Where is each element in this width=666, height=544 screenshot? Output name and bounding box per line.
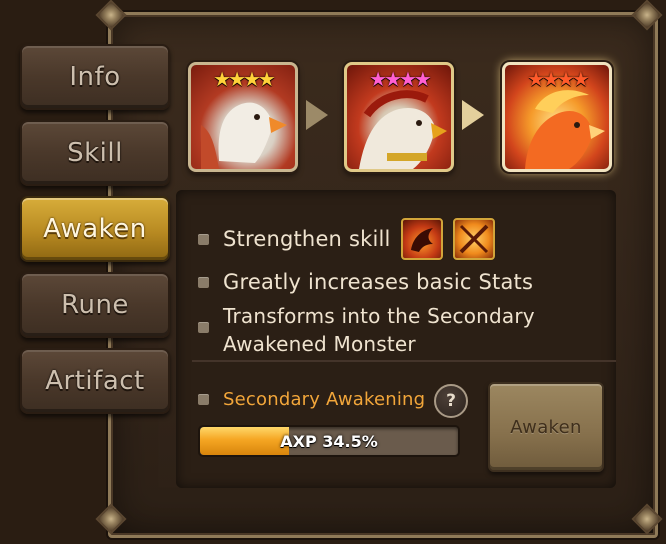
benefit-transforms: Transforms into the Secondary Awakened M… [198, 302, 535, 358]
star-rating: ★★★★ [527, 67, 590, 91]
awaken-button[interactable]: Awaken [488, 382, 604, 472]
axp-progress-bar: AXP 34.5% [198, 425, 460, 457]
skill-flame-dragon-icon[interactable] [400, 218, 443, 260]
evolution-arrow-icon [462, 100, 484, 130]
benefit-text-block: Transforms into the Secondary Awakened M… [223, 302, 535, 358]
skill-crossed-blades-icon[interactable] [452, 218, 495, 260]
monster-portrait-base: ★★★★ [188, 62, 298, 172]
star-rating: ★★★★ [213, 67, 276, 91]
bullet-icon [198, 233, 209, 245]
benefit-stats: Greatly increases basic Stats [198, 270, 533, 294]
secondary-awakening-label: Secondary Awakening [223, 389, 426, 410]
benefit-text: Greatly increases basic Stats [223, 270, 534, 294]
benefit-text: Strengthen skill [223, 227, 391, 251]
star-rating: ★★★★ [369, 67, 432, 91]
bullet-icon [198, 322, 209, 333]
axp-progress-text: AXP 34.5% [280, 431, 378, 451]
tab-skill[interactable]: Skill [20, 120, 170, 186]
bullet-icon [198, 394, 209, 405]
tab-awaken[interactable]: Awaken [20, 196, 170, 262]
monster-portrait-secondary-awakened: ★★★★ [502, 62, 612, 172]
evolution-arrow-icon [306, 100, 328, 130]
benefit-strengthen-skill: Strengthen skill [198, 218, 495, 260]
tab-info[interactable]: Info [20, 44, 170, 110]
bullet-icon [198, 276, 209, 288]
benefit-text: Transforms into the Secondary [223, 304, 535, 328]
section-divider [192, 360, 616, 362]
monster-portrait-awakened: ★★★★ [344, 62, 454, 172]
secondary-awakening-row: Secondary Awakening [198, 389, 425, 410]
benefit-text: Awakened Monster [223, 332, 416, 356]
tab-artifact[interactable]: Artifact [20, 348, 170, 414]
help-icon[interactable]: ? [434, 384, 468, 418]
tab-rune[interactable]: Rune [20, 272, 170, 338]
